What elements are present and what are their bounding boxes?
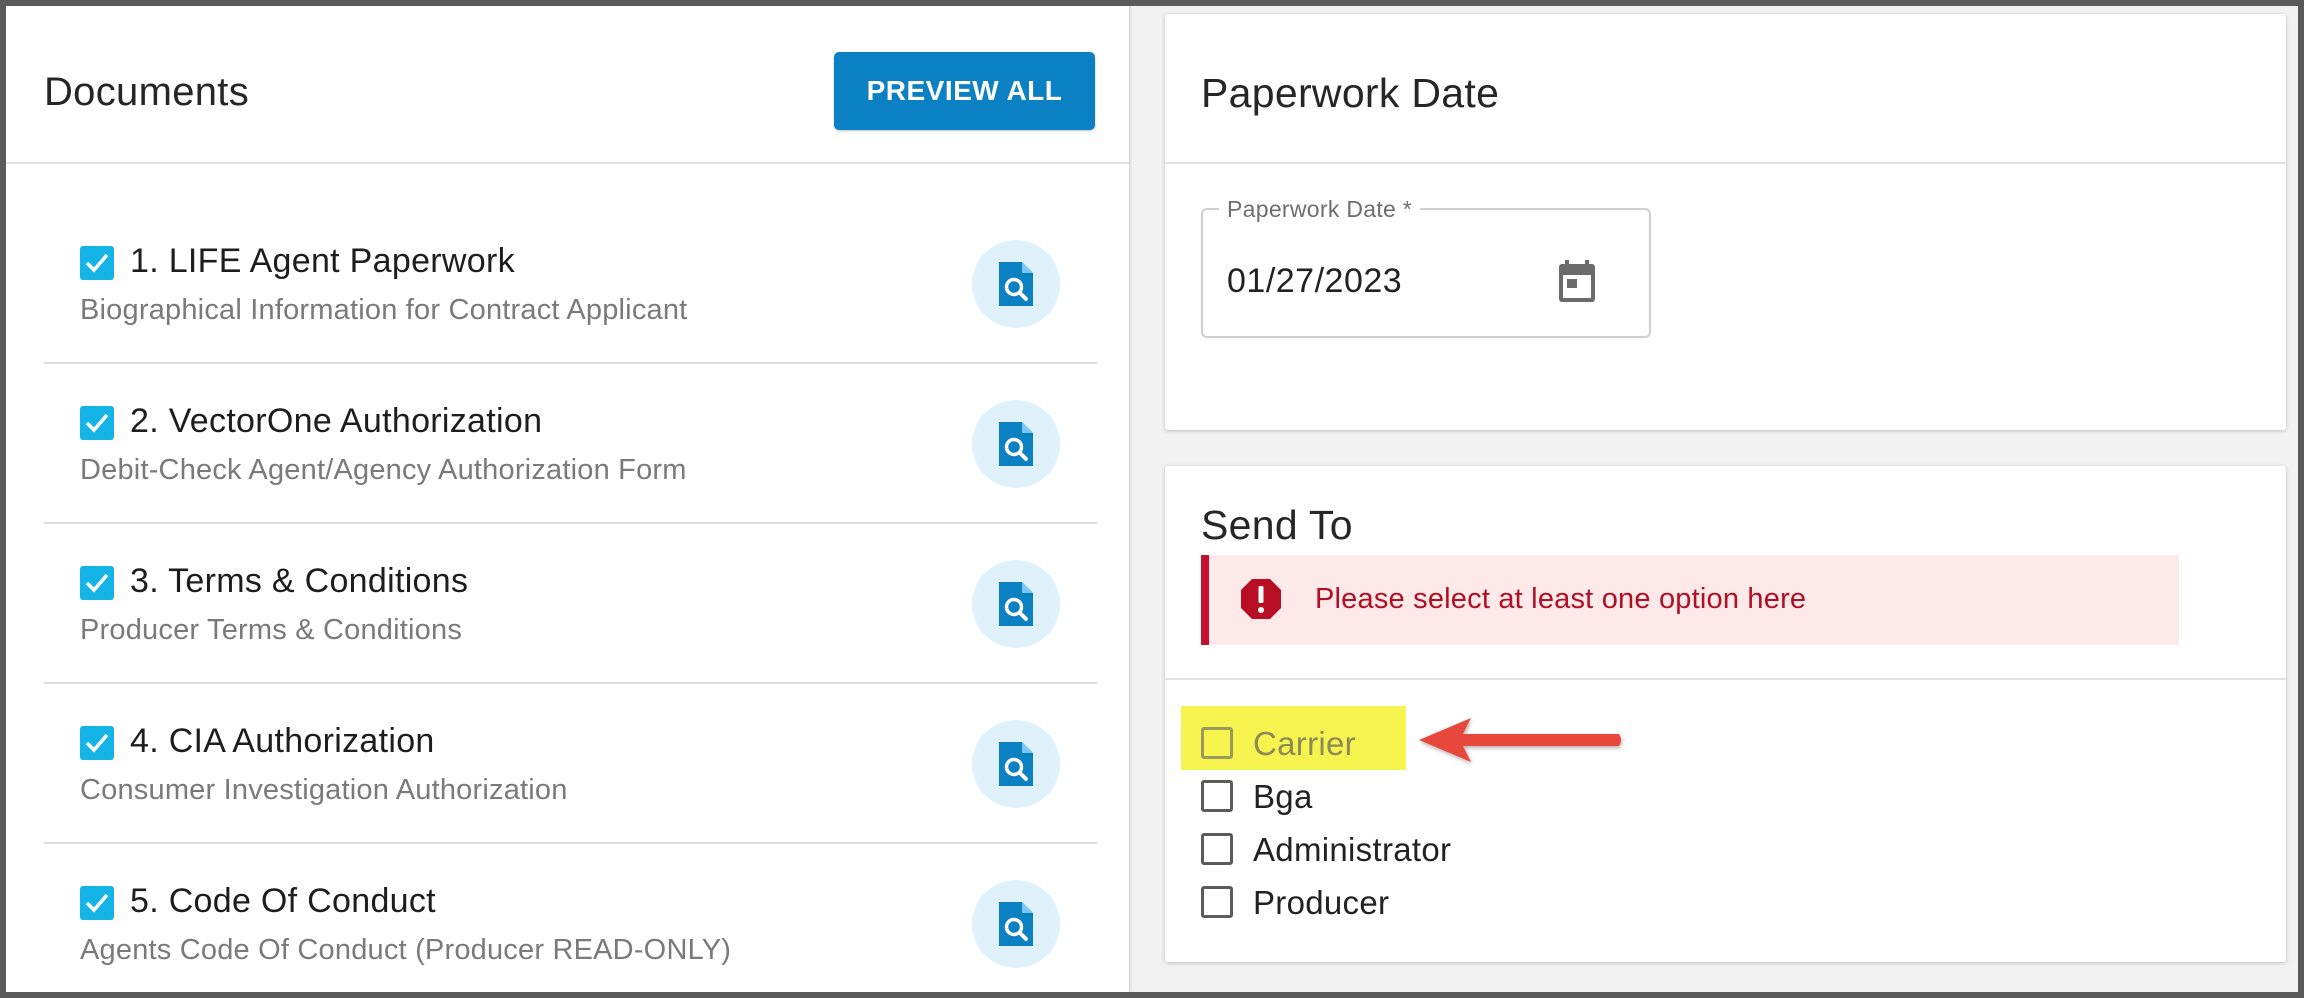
document-preview-button[interactable] — [972, 240, 1060, 328]
document-subtitle: Producer Terms & Conditions — [80, 614, 463, 646]
checkmark-icon — [85, 733, 109, 753]
paperwork-date-card: Paperwork Date Paperwork Date * 01/27/20… — [1165, 14, 2286, 430]
checkbox[interactable] — [1201, 780, 1233, 812]
error-icon — [1241, 579, 1281, 619]
error-message: Please select at least one option here — [1315, 583, 1807, 615]
option-bga[interactable]: Bga — [1201, 774, 1521, 818]
document-preview-button[interactable] — [972, 560, 1060, 648]
calendar-button[interactable] — [1555, 258, 1599, 304]
checkmark-icon — [85, 253, 109, 273]
send-to-title: Send To — [1201, 502, 1353, 548]
documents-title: Documents — [44, 70, 250, 114]
document-title: 2. VectorOne Authorization — [130, 402, 543, 440]
send-to-card: Send To Please select at least one optio… — [1165, 466, 2286, 962]
document-list: 1. LIFE Agent Paperwork Biographical Inf… — [44, 204, 1097, 998]
checkmark-icon — [85, 413, 109, 433]
document-title: 4. CIA Authorization — [130, 722, 435, 760]
document-subtitle: Agents Code Of Conduct (Producer READ-ON… — [80, 934, 732, 966]
document-subtitle: Consumer Investigation Authorization — [80, 774, 568, 806]
checkbox[interactable] — [1201, 886, 1233, 918]
file-search-icon — [999, 422, 1033, 466]
option-label: Administrator — [1253, 831, 1452, 868]
annotation-arrow-icon — [1419, 718, 1621, 762]
error-alert: Please select at least one option here — [1201, 555, 2179, 645]
option-producer[interactable]: Producer — [1201, 880, 1521, 924]
checkmark-icon — [85, 893, 109, 913]
checkbox[interactable] — [1201, 727, 1233, 759]
document-subtitle: Debit-Check Agent/Agency Authorization F… — [80, 454, 687, 486]
document-subtitle: Biographical Information for Contract Ap… — [80, 294, 688, 326]
document-item: 3. Terms & Conditions Producer Terms & C… — [44, 524, 1097, 684]
document-item: 4. CIA Authorization Consumer Investigat… — [44, 684, 1097, 844]
paperwork-date-label: Paperwork Date * — [1219, 196, 1421, 223]
file-search-icon — [999, 902, 1033, 946]
checkmark-icon — [85, 573, 109, 593]
option-label: Carrier — [1253, 725, 1356, 762]
option-label: Producer — [1253, 884, 1390, 921]
divider — [1165, 678, 2286, 680]
preview-all-button[interactable]: PREVIEW ALL — [834, 52, 1095, 130]
document-checkbox[interactable] — [80, 246, 114, 280]
document-item: 5. Code Of Conduct Agents Code Of Conduc… — [44, 844, 1097, 998]
file-search-icon — [999, 742, 1033, 786]
paperwork-date-value[interactable]: 01/27/2023 — [1227, 262, 1402, 301]
document-checkbox[interactable] — [80, 886, 114, 920]
document-title: 3. Terms & Conditions — [130, 562, 469, 600]
documents-header: Documents PREVIEW ALL — [6, 6, 1129, 164]
paperwork-date-header: Paperwork Date — [1165, 14, 2286, 164]
document-checkbox[interactable] — [80, 406, 114, 440]
document-item: 2. VectorOne Authorization Debit-Check A… — [44, 364, 1097, 524]
calendar-icon — [1559, 260, 1595, 302]
option-label: Bga — [1253, 778, 1313, 815]
document-checkbox[interactable] — [80, 566, 114, 600]
paperwork-date-title: Paperwork Date — [1201, 70, 1500, 116]
document-item: 1. LIFE Agent Paperwork Biographical Inf… — [44, 204, 1097, 364]
document-title: 5. Code Of Conduct — [130, 882, 436, 920]
file-search-icon — [999, 262, 1033, 306]
option-administrator[interactable]: Administrator — [1201, 827, 1521, 871]
document-preview-button[interactable] — [972, 880, 1060, 968]
document-preview-button[interactable] — [972, 400, 1060, 488]
document-preview-button[interactable] — [972, 720, 1060, 808]
document-title: 1. LIFE Agent Paperwork — [130, 242, 515, 280]
document-checkbox[interactable] — [80, 726, 114, 760]
checkbox[interactable] — [1201, 833, 1233, 865]
file-search-icon — [999, 582, 1033, 626]
documents-panel: Documents PREVIEW ALL 1. LIFE Agent Pape… — [6, 6, 1129, 992]
paperwork-date-field[interactable]: Paperwork Date * 01/27/2023 — [1201, 196, 1651, 338]
